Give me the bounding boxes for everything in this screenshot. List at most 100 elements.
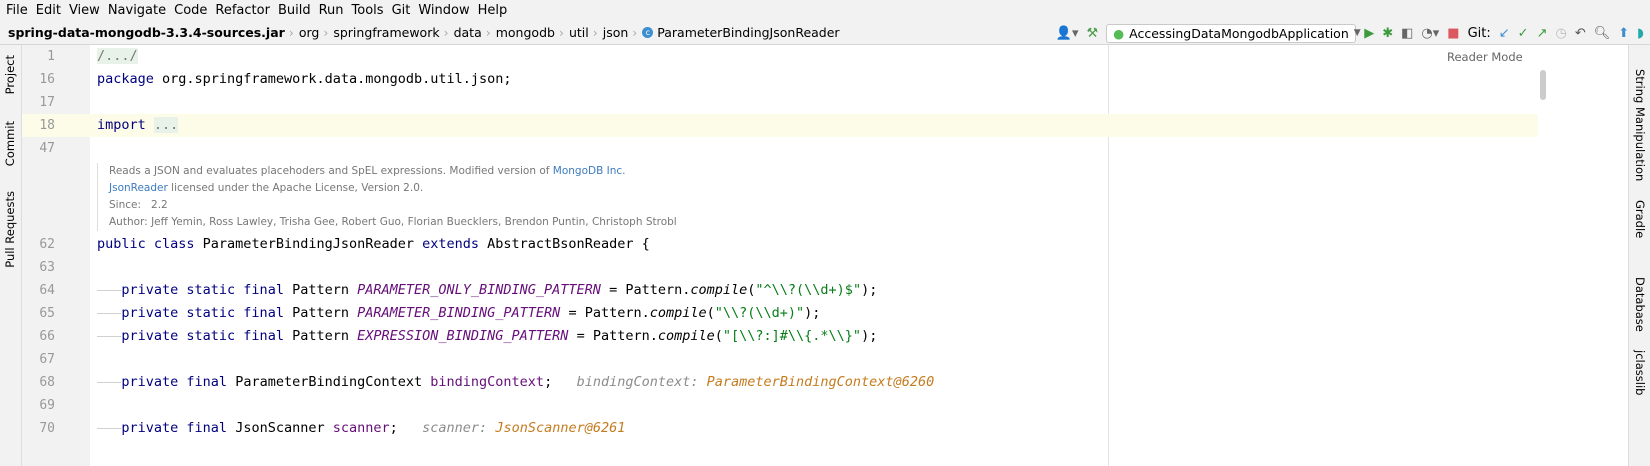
code-text: public class ParameterBindingJsonReader … bbox=[97, 233, 650, 256]
update-icon[interactable]: ⬆ bbox=[1618, 26, 1629, 41]
breadcrumb-item[interactable]: springframework bbox=[333, 25, 439, 40]
code-line[interactable]: 70 ———private final JsonScanner scanner; … bbox=[22, 417, 1538, 440]
code-token: = Pattern. bbox=[568, 328, 658, 344]
code-line[interactable]: 66 ———private static final Pattern EXPRES… bbox=[22, 325, 1538, 348]
code-token: = Pattern. bbox=[600, 282, 691, 298]
tab-string-manipulation[interactable]: String Manipulation bbox=[1633, 69, 1647, 181]
tab-gradle[interactable]: Gradle bbox=[1633, 200, 1647, 238]
code-token: ); bbox=[861, 282, 878, 298]
breadcrumb-separator: › bbox=[632, 25, 638, 40]
breadcrumb-item[interactable]: json bbox=[603, 25, 629, 40]
menu-file[interactable]: File bbox=[6, 3, 28, 18]
doc-link-mongodb[interactable]: MongoDB Inc. bbox=[553, 165, 626, 177]
menu-refactor[interactable]: Refactor bbox=[215, 3, 270, 18]
stop-icon[interactable]: ■ bbox=[1447, 26, 1459, 41]
history-icon[interactable]: ◷ bbox=[1555, 26, 1566, 41]
code-line[interactable]: 16 package org.springframework.data.mongo… bbox=[22, 68, 1538, 91]
menu-edit[interactable]: Edit bbox=[36, 3, 61, 18]
line-number: 70 bbox=[39, 421, 55, 436]
code-line[interactable]: 65 ———private static final Pattern PARAME… bbox=[22, 302, 1538, 325]
menu-window[interactable]: Window bbox=[418, 3, 469, 18]
code-token: ); bbox=[804, 305, 821, 321]
breadcrumb-item[interactable]: ParameterBindingJsonReader bbox=[657, 25, 839, 40]
profile-icon[interactable]: ◔▾ bbox=[1421, 26, 1439, 41]
code-token: import bbox=[97, 117, 154, 133]
menu-code[interactable]: Code bbox=[174, 3, 207, 18]
code-line[interactable]: 1 /.../ bbox=[22, 45, 1538, 68]
code-line[interactable]: 67 bbox=[22, 348, 1538, 371]
doc-link-jsonreader[interactable]: JsonReader bbox=[109, 182, 168, 194]
code-token: "^\\?(\\d+)$" bbox=[755, 282, 862, 298]
coverage-icon[interactable]: ◧ bbox=[1401, 26, 1413, 41]
breadcrumb-item[interactable]: util bbox=[569, 25, 589, 40]
search-icon[interactable]: 🔍︎ bbox=[1594, 26, 1611, 41]
breadcrumb-item[interactable]: org bbox=[299, 25, 320, 40]
line-number: 16 bbox=[39, 72, 55, 87]
breadcrumb-separator: › bbox=[323, 25, 329, 40]
git-update-icon[interactable]: ↙ bbox=[1499, 26, 1510, 41]
line-number: 66 bbox=[39, 329, 55, 344]
tab-database[interactable]: Database bbox=[1633, 277, 1647, 332]
menu-tools[interactable]: Tools bbox=[352, 3, 384, 18]
menu-help[interactable]: Help bbox=[478, 3, 508, 18]
scrollbar[interactable] bbox=[1540, 70, 1546, 100]
code-token: compile bbox=[649, 305, 707, 321]
breadcrumb-item[interactable]: data bbox=[454, 25, 482, 40]
code-token: ——— bbox=[97, 374, 122, 390]
chevron-down-icon: ▼ bbox=[1353, 28, 1361, 38]
tab-project[interactable]: Project bbox=[3, 55, 17, 94]
menu-view[interactable]: View bbox=[69, 3, 100, 18]
debug-icon[interactable]: ✱ bbox=[1382, 26, 1393, 41]
run-icon[interactable]: ▶ bbox=[1364, 26, 1374, 41]
line-number: 68 bbox=[39, 375, 55, 390]
line-number: 1 bbox=[47, 49, 55, 64]
code-token[interactable]: ... bbox=[153, 117, 179, 133]
run-config-select[interactable]: ● AccessingDataMongodbApplication ▼ bbox=[1106, 23, 1361, 43]
line-number: 65 bbox=[39, 306, 55, 321]
run-config-label: AccessingDataMongodbApplication bbox=[1129, 25, 1349, 41]
code-token: scanner: bbox=[422, 420, 496, 436]
code-text: ———private final ParameterBindingContext… bbox=[97, 371, 934, 394]
code-line[interactable]: 64 ———private static final Pattern PARAME… bbox=[22, 279, 1538, 302]
code-token: scanner bbox=[332, 420, 390, 436]
code-token: ParameterBindingJsonReader bbox=[202, 236, 423, 252]
code-line[interactable]: 69 bbox=[22, 394, 1538, 417]
code-line[interactable]: 68 ———private final ParameterBindingConte… bbox=[22, 371, 1538, 394]
code-token: Pattern bbox=[292, 328, 358, 344]
code-token: extends bbox=[422, 236, 488, 252]
tab-commit[interactable]: Commit bbox=[3, 121, 17, 166]
rollback-icon[interactable]: ↶ bbox=[1575, 26, 1586, 41]
line-number: 64 bbox=[39, 283, 55, 298]
breadcrumb-item[interactable]: spring-data-mongodb-3.3.4-sources.jar bbox=[8, 25, 285, 40]
breadcrumb-item[interactable]: mongodb bbox=[496, 25, 555, 40]
git-push-icon[interactable]: ↗ bbox=[1537, 26, 1548, 41]
menu-navigate[interactable]: Navigate bbox=[108, 3, 166, 18]
code-line[interactable]: 63 bbox=[22, 256, 1538, 279]
code-token: ——— bbox=[97, 305, 122, 321]
code-text: ———private static final Pattern EXPRESSI… bbox=[97, 325, 877, 348]
code-line[interactable]: 17 bbox=[22, 91, 1538, 114]
code-line[interactable]: 18 import ... bbox=[22, 114, 1538, 137]
code-token: ——— bbox=[97, 282, 122, 298]
user-icon[interactable]: 👤▾ bbox=[1056, 26, 1079, 41]
code-token: Pattern bbox=[292, 305, 358, 321]
tab-jclasslib[interactable]: jclasslib bbox=[1633, 350, 1647, 395]
code-token: Pattern bbox=[292, 282, 358, 298]
tab-pull-requests[interactable]: Pull Requests bbox=[3, 191, 17, 268]
code-token: private static final bbox=[121, 305, 293, 321]
line-number: 63 bbox=[39, 260, 55, 275]
git-commit-icon[interactable]: ✓ bbox=[1518, 26, 1529, 41]
build-hammer-icon[interactable]: ⚒ bbox=[1087, 26, 1099, 41]
code-text: package org.springframework.data.mongodb… bbox=[97, 68, 512, 91]
code-token: ; bbox=[544, 374, 577, 390]
menu-build[interactable]: Build bbox=[278, 3, 311, 18]
code-line[interactable]: 62 public class ParameterBindingJsonReade… bbox=[22, 233, 1538, 256]
code-line[interactable]: 47 bbox=[22, 137, 1538, 160]
code-token: AbstractBsonReader { bbox=[487, 236, 650, 252]
menu-run[interactable]: Run bbox=[319, 3, 344, 18]
plugin-icon[interactable]: ◗ bbox=[1637, 26, 1644, 41]
code-token[interactable]: /.../ bbox=[97, 48, 138, 64]
menu-git[interactable]: Git bbox=[392, 3, 411, 18]
javadoc-rendered: Reads a JSON and evaluates placehoders a… bbox=[97, 163, 1097, 231]
line-number: 62 bbox=[39, 237, 55, 252]
